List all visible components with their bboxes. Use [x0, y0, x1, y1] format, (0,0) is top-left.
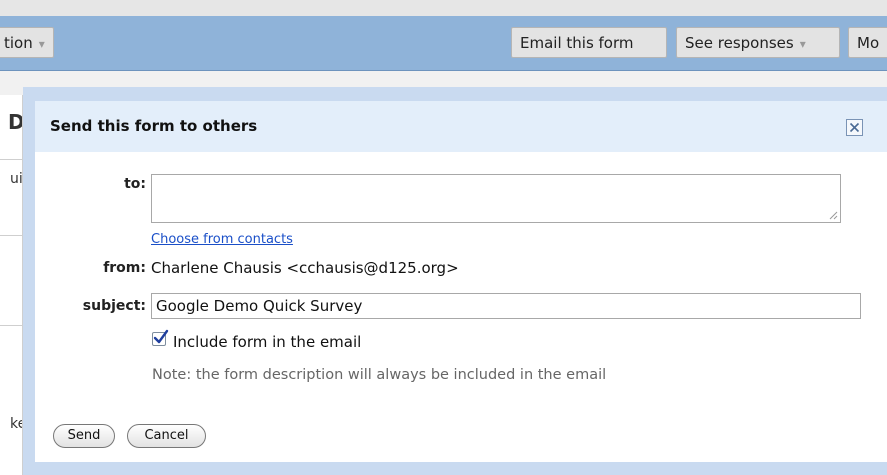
background-form-card: D ui ke: [0, 95, 23, 475]
to-label: to:: [124, 176, 146, 192]
background-text-fragment: ui: [10, 171, 22, 187]
toolbar: tion ▾ Email this form See responses ▾ Mo: [0, 16, 887, 71]
background-heading-fragment: D: [8, 110, 22, 134]
background-divider: [0, 325, 22, 326]
choose-from-contacts-link[interactable]: Choose from contacts: [151, 232, 293, 247]
dialog-title: Send this form to others: [50, 117, 258, 135]
description-note: Note: the form description will always b…: [152, 367, 607, 383]
include-form-label[interactable]: Include form in the email: [173, 333, 361, 351]
send-form-dialog: Send this form to others to: Choose from…: [23, 87, 887, 475]
dialog-header: Send this form to others: [35, 101, 887, 152]
subject-field[interactable]: Google Demo Quick Survey: [151, 293, 861, 319]
dialog-body: to: Choose from contacts from: Charlene …: [35, 152, 887, 462]
chevron-down-icon: ▾: [38, 37, 45, 51]
toolbar-left-menu-label: tion: [4, 34, 33, 52]
chevron-down-icon: ▾: [799, 37, 806, 51]
email-this-form-label: Email this form: [520, 34, 634, 52]
cancel-button[interactable]: Cancel: [127, 424, 206, 448]
background-text-fragment: ke: [10, 416, 22, 432]
subject-label: subject:: [82, 298, 146, 314]
from-value: Charlene Chausis <cchausis@d125.org>: [151, 259, 459, 277]
close-icon: [849, 122, 860, 133]
from-label: from:: [103, 260, 146, 276]
see-responses-label: See responses: [685, 34, 794, 52]
email-this-form-button[interactable]: Email this form: [511, 27, 667, 58]
background-divider: [0, 235, 22, 236]
close-button[interactable]: [846, 119, 863, 136]
top-strip: [0, 0, 887, 16]
toolbar-left-menu-button[interactable]: tion ▾: [0, 27, 54, 58]
see-responses-button[interactable]: See responses ▾: [676, 27, 840, 58]
more-actions-label: Mo: [857, 34, 880, 52]
send-button[interactable]: Send: [53, 424, 115, 448]
checkmark-icon: [153, 329, 169, 344]
include-form-checkbox[interactable]: [152, 329, 169, 346]
resize-grip-icon[interactable]: [829, 211, 838, 220]
more-actions-button[interactable]: Mo: [848, 27, 887, 58]
background-divider: [0, 159, 22, 160]
to-field[interactable]: [151, 174, 841, 223]
